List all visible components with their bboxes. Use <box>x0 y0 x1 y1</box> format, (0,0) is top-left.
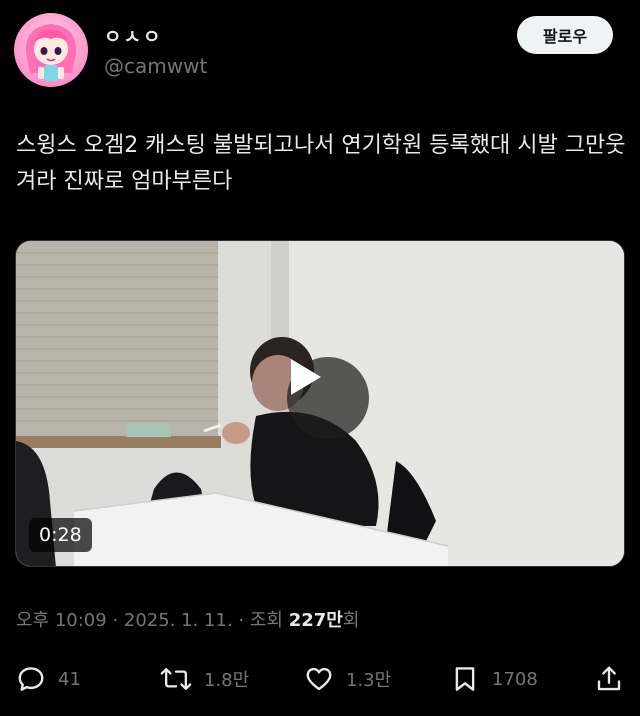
meta-separator: · <box>106 610 124 631</box>
play-icon <box>291 359 321 395</box>
like-count: 1.3만 <box>346 670 392 691</box>
reply-count: 41 <box>58 668 81 690</box>
avatar[interactable] <box>14 13 88 87</box>
tweet-meta: 오후 10:09 · 2025. 1. 11. · 조회 227만회 <box>16 606 359 632</box>
heart-icon <box>306 667 332 691</box>
display-name[interactable]: ㅇㅅㅇ <box>104 22 162 49</box>
user-handle[interactable]: @camwwt <box>104 54 207 78</box>
action-bar: 41 1.8만 1.3만 1708 <box>0 652 640 706</box>
meta-separator: · <box>232 610 250 631</box>
bookmark-count: 1708 <box>492 668 538 690</box>
video-player[interactable]: 0:28 <box>15 240 625 567</box>
like-button[interactable]: 1.3만 <box>304 664 391 694</box>
follow-button[interactable]: 팔로우 <box>517 16 613 54</box>
retweet-button[interactable]: 1.8만 <box>160 664 249 694</box>
share-button[interactable] <box>594 664 624 694</box>
tweet-time[interactable]: 오후 10:09 <box>16 610 107 631</box>
views-count: 227만 <box>288 610 343 631</box>
anime-girl-avatar-icon <box>25 24 77 81</box>
views-label: 조회 <box>249 610 283 631</box>
bookmark-icon <box>455 667 475 691</box>
tweet-date[interactable]: 2025. 1. 11. <box>124 610 233 631</box>
retweet-count: 1.8만 <box>204 670 250 691</box>
bookmark-button[interactable]: 1708 <box>450 664 538 694</box>
tweet-text: 스윙스 오겜2 캐스팅 불발되고나서 연기학원 등록했대 시발 그만웃겨라 진짜… <box>16 133 626 194</box>
video-duration: 0:28 <box>29 518 92 552</box>
share-icon <box>597 666 621 691</box>
reply-icon <box>18 667 44 691</box>
views-suffix: 회 <box>342 610 360 631</box>
retweet-icon <box>160 667 192 691</box>
play-button[interactable] <box>287 357 369 439</box>
tweet-header: ㅇㅅㅇ @camwwt 팔로우 <box>0 0 640 100</box>
reply-button[interactable]: 41 <box>16 664 81 694</box>
